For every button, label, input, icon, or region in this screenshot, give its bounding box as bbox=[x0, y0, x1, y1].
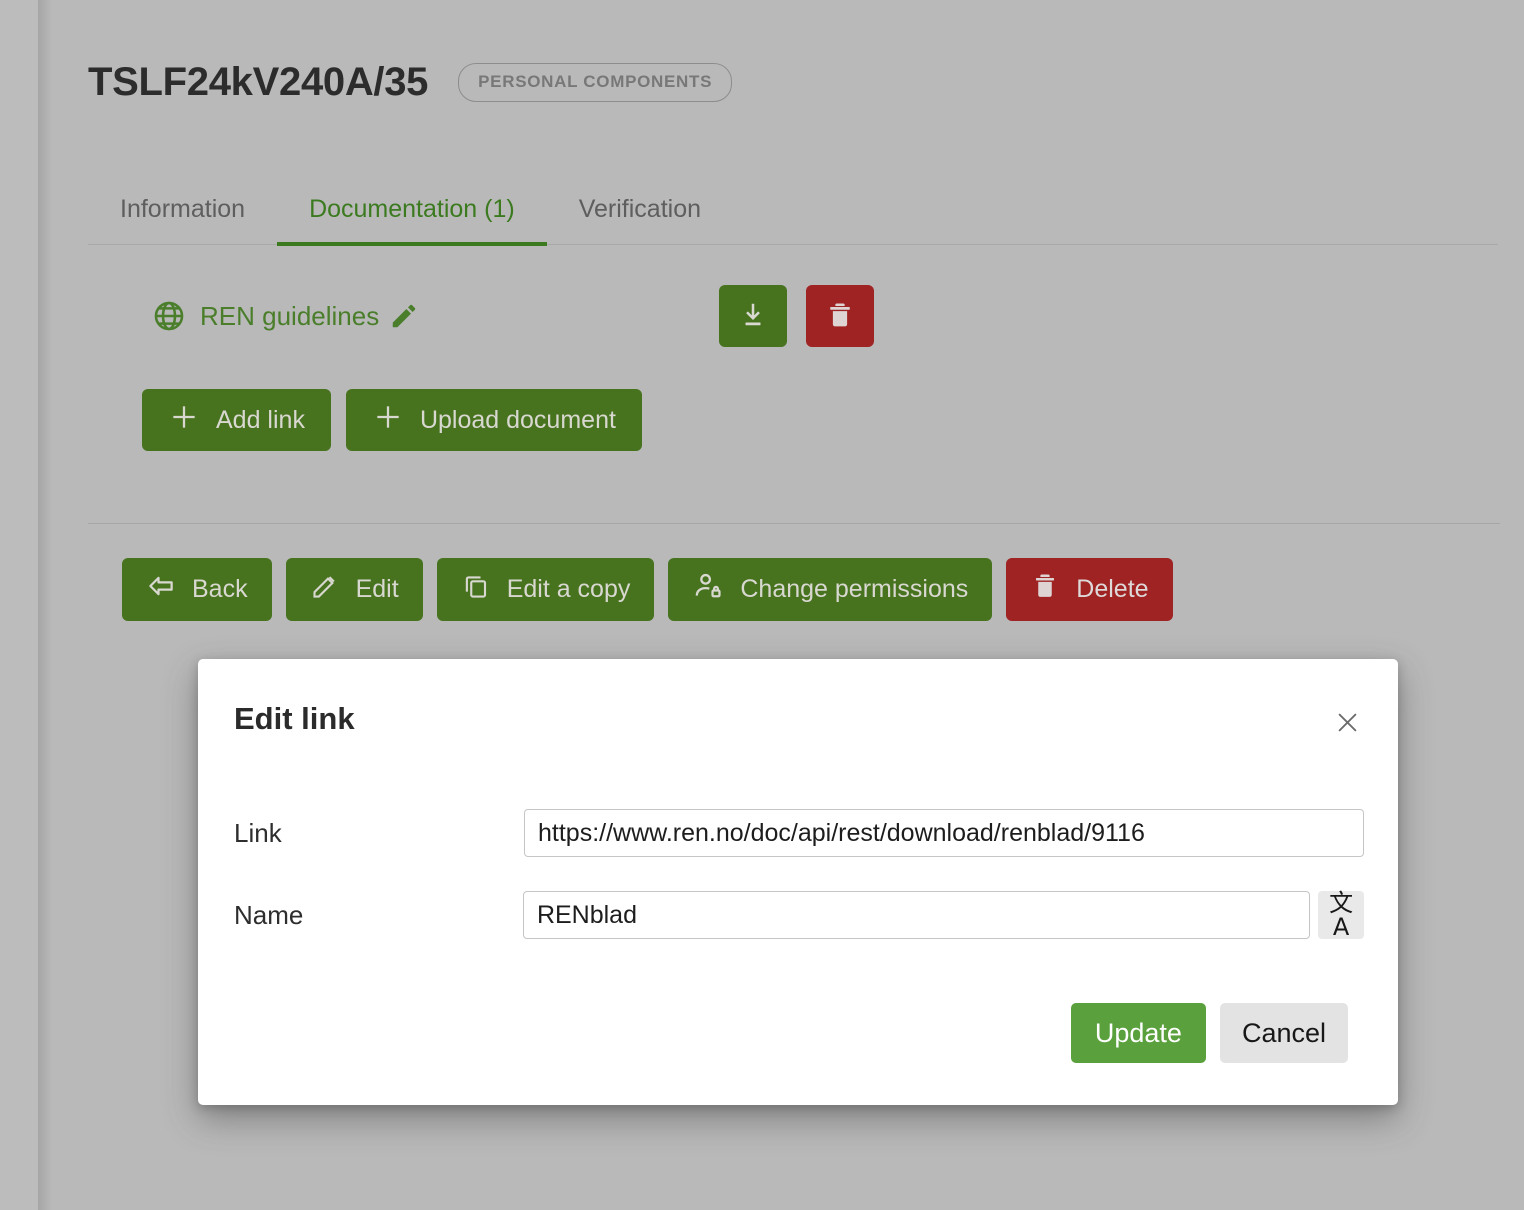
person-lock-icon bbox=[692, 570, 724, 609]
name-field-row: Name 文A bbox=[234, 891, 1364, 939]
dialog-close-button[interactable] bbox=[1326, 703, 1368, 745]
link-field-label: Link bbox=[234, 817, 282, 848]
trash-icon bbox=[1030, 571, 1060, 608]
delete-label: Delete bbox=[1076, 575, 1149, 603]
back-label: Back bbox=[192, 575, 248, 603]
section-divider bbox=[88, 523, 1500, 524]
page-action-bar: Back Edit Edit a copy Change permissions… bbox=[122, 558, 1173, 621]
status-badge: PERSONAL COMPONENTS bbox=[458, 62, 733, 102]
plus-icon bbox=[168, 401, 200, 440]
documentation-list: REN guidelines bbox=[88, 285, 1498, 347]
cancel-button[interactable]: Cancel bbox=[1219, 1003, 1348, 1063]
translate-icon[interactable]: 文A bbox=[1318, 891, 1364, 939]
arrow-left-icon bbox=[146, 571, 176, 608]
dialog-title: Edit link bbox=[234, 701, 355, 736]
download-button[interactable] bbox=[719, 285, 788, 347]
download-icon bbox=[738, 300, 768, 333]
edit-link-dialog: Edit link Link Name 文A Update Cancel bbox=[198, 659, 1398, 1105]
link-input[interactable] bbox=[524, 809, 1364, 857]
tab-information[interactable]: Information bbox=[88, 185, 277, 246]
add-link-label: Add link bbox=[216, 405, 305, 434]
app-root: TSLF24kV240A/35 PERSONAL COMPONENTS Info… bbox=[0, 0, 1524, 1210]
document-link-item[interactable]: REN guidelines bbox=[152, 299, 379, 333]
left-rail-shadow bbox=[38, 0, 52, 1210]
document-link-label: REN guidelines bbox=[200, 300, 380, 331]
tab-verification[interactable]: Verification bbox=[547, 185, 733, 246]
globe-icon bbox=[152, 299, 186, 333]
edit-a-copy-button[interactable]: Edit a copy bbox=[436, 558, 655, 621]
add-link-button[interactable]: Add link bbox=[142, 389, 331, 451]
update-button[interactable]: Update bbox=[1070, 1003, 1206, 1063]
plus-icon bbox=[372, 401, 404, 440]
page-header: TSLF24kV240A/35 PERSONAL COMPONENTS bbox=[88, 60, 733, 104]
edit-label: Edit bbox=[355, 575, 399, 603]
copy-icon bbox=[461, 571, 491, 608]
documentation-add-actions: Add link Upload document bbox=[142, 389, 642, 451]
change-permissions-label: Change permissions bbox=[740, 575, 969, 603]
trash-icon bbox=[825, 300, 855, 333]
left-rail bbox=[0, 0, 38, 1210]
name-field-label: Name bbox=[234, 899, 304, 930]
close-icon bbox=[1334, 709, 1361, 739]
dialog-footer: Update Cancel bbox=[1070, 1003, 1348, 1063]
page-title: TSLF24kV240A/35 bbox=[88, 60, 429, 104]
upload-document-label: Upload document bbox=[419, 405, 616, 434]
document-row-actions bbox=[719, 285, 875, 347]
pencil-icon[interactable] bbox=[379, 301, 419, 331]
delete-document-button[interactable] bbox=[806, 285, 875, 347]
delete-button[interactable]: Delete bbox=[1006, 558, 1173, 621]
pencil-icon bbox=[310, 571, 340, 608]
edit-a-copy-label: Edit a copy bbox=[506, 575, 631, 603]
edit-button[interactable]: Edit bbox=[285, 558, 423, 621]
change-permissions-button[interactable]: Change permissions bbox=[668, 558, 993, 621]
link-field-row: Link bbox=[234, 809, 1364, 857]
upload-document-button[interactable]: Upload document bbox=[345, 389, 642, 451]
back-button[interactable]: Back bbox=[122, 558, 272, 621]
tab-documentation[interactable]: Documentation (1) bbox=[277, 185, 547, 246]
name-input[interactable] bbox=[522, 891, 1311, 939]
tab-bar: Information Documentation (1) Verificati… bbox=[88, 185, 1498, 246]
